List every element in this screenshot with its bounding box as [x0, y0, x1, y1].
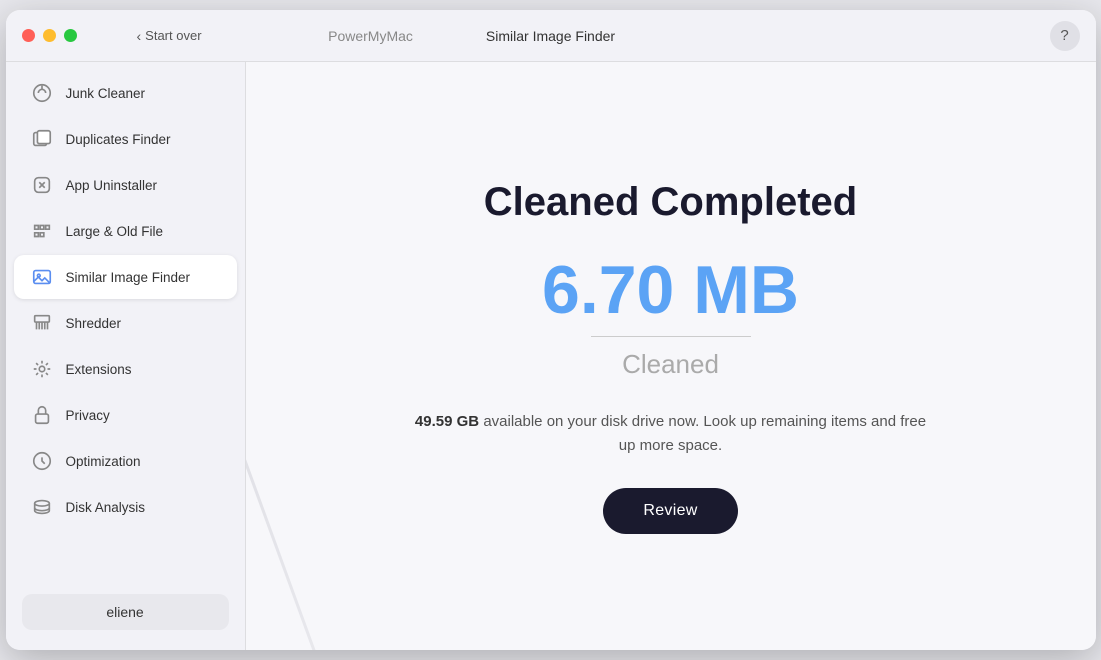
junk-cleaner-icon: [30, 81, 54, 105]
sidebar-label-optimization: Optimization: [66, 454, 141, 469]
content-inner: Cleaned Completed 6.70 MB Cleaned 49.59 …: [411, 178, 931, 534]
available-description: available on your disk drive now. Look u…: [483, 413, 926, 454]
sidebar-label-duplicates-finder: Duplicates Finder: [66, 132, 171, 147]
sidebar-item-duplicates-finder[interactable]: Duplicates Finder: [14, 117, 237, 161]
shredder-icon: [30, 311, 54, 335]
sidebar-label-shredder: Shredder: [66, 316, 122, 331]
help-button[interactable]: ?: [1050, 21, 1080, 51]
app-name: PowerMyMac: [328, 28, 413, 44]
divider-line: [591, 336, 751, 337]
sidebar-item-extensions[interactable]: Extensions: [14, 347, 237, 391]
large-old-file-icon: [30, 219, 54, 243]
sidebar-item-optimization[interactable]: Optimization: [14, 439, 237, 483]
sidebar-item-disk-analysis[interactable]: Disk Analysis: [14, 485, 237, 529]
sidebar-label-app-uninstaller: App Uninstaller: [66, 178, 158, 193]
sidebar-label-extensions: Extensions: [66, 362, 132, 377]
sidebar-item-privacy[interactable]: Privacy: [14, 393, 237, 437]
sidebar-item-large-old-file[interactable]: Large & Old File: [14, 209, 237, 253]
main-area: Junk Cleaner Duplicates Finder: [6, 62, 1096, 650]
review-button[interactable]: Review: [603, 488, 737, 534]
start-over-button[interactable]: ‹ Start over: [137, 28, 202, 44]
available-text: 49.59 GB available on your disk drive no…: [411, 410, 931, 458]
user-button[interactable]: eliene: [22, 594, 229, 630]
sidebar-item-shredder[interactable]: Shredder: [14, 301, 237, 345]
minimize-button[interactable]: [43, 29, 56, 42]
sidebar-item-junk-cleaner[interactable]: Junk Cleaner: [14, 71, 237, 115]
app-window: PowerMyMac ‹ Start over Similar Image Fi…: [6, 10, 1096, 650]
start-over-label: Start over: [145, 28, 201, 43]
close-button[interactable]: [22, 29, 35, 42]
extensions-icon: [30, 357, 54, 381]
maximize-button[interactable]: [64, 29, 77, 42]
cleaned-label: Cleaned: [411, 349, 931, 380]
sidebar-label-similar-image-finder: Similar Image Finder: [66, 270, 191, 285]
sidebar-item-similar-image-finder[interactable]: Similar Image Finder: [14, 255, 237, 299]
sidebar-label-junk-cleaner: Junk Cleaner: [66, 86, 146, 101]
sidebar-footer: eliene: [6, 582, 245, 642]
content-area: Cleaned Completed 6.70 MB Cleaned 49.59 …: [246, 62, 1096, 650]
chevron-left-icon: ‹: [137, 28, 142, 44]
titlebar: PowerMyMac ‹ Start over Similar Image Fi…: [6, 10, 1096, 62]
optimization-icon: [30, 449, 54, 473]
decorative-lines: [246, 62, 366, 650]
app-uninstaller-icon: [30, 173, 54, 197]
duplicates-finder-icon: [30, 127, 54, 151]
sidebar-label-large-old-file: Large & Old File: [66, 224, 164, 239]
sidebar-label-disk-analysis: Disk Analysis: [66, 500, 146, 515]
sidebar: Junk Cleaner Duplicates Finder: [6, 62, 246, 650]
sidebar-item-app-uninstaller[interactable]: App Uninstaller: [14, 163, 237, 207]
similar-image-finder-icon: [30, 265, 54, 289]
traffic-lights: [22, 29, 77, 42]
disk-analysis-icon: [30, 495, 54, 519]
sidebar-label-privacy: Privacy: [66, 408, 110, 423]
window-title: Similar Image Finder: [486, 28, 615, 44]
available-gb: 49.59 GB: [415, 413, 479, 430]
size-amount: 6.70 MB: [411, 256, 931, 324]
privacy-icon: [30, 403, 54, 427]
completed-title: Cleaned Completed: [411, 178, 931, 226]
